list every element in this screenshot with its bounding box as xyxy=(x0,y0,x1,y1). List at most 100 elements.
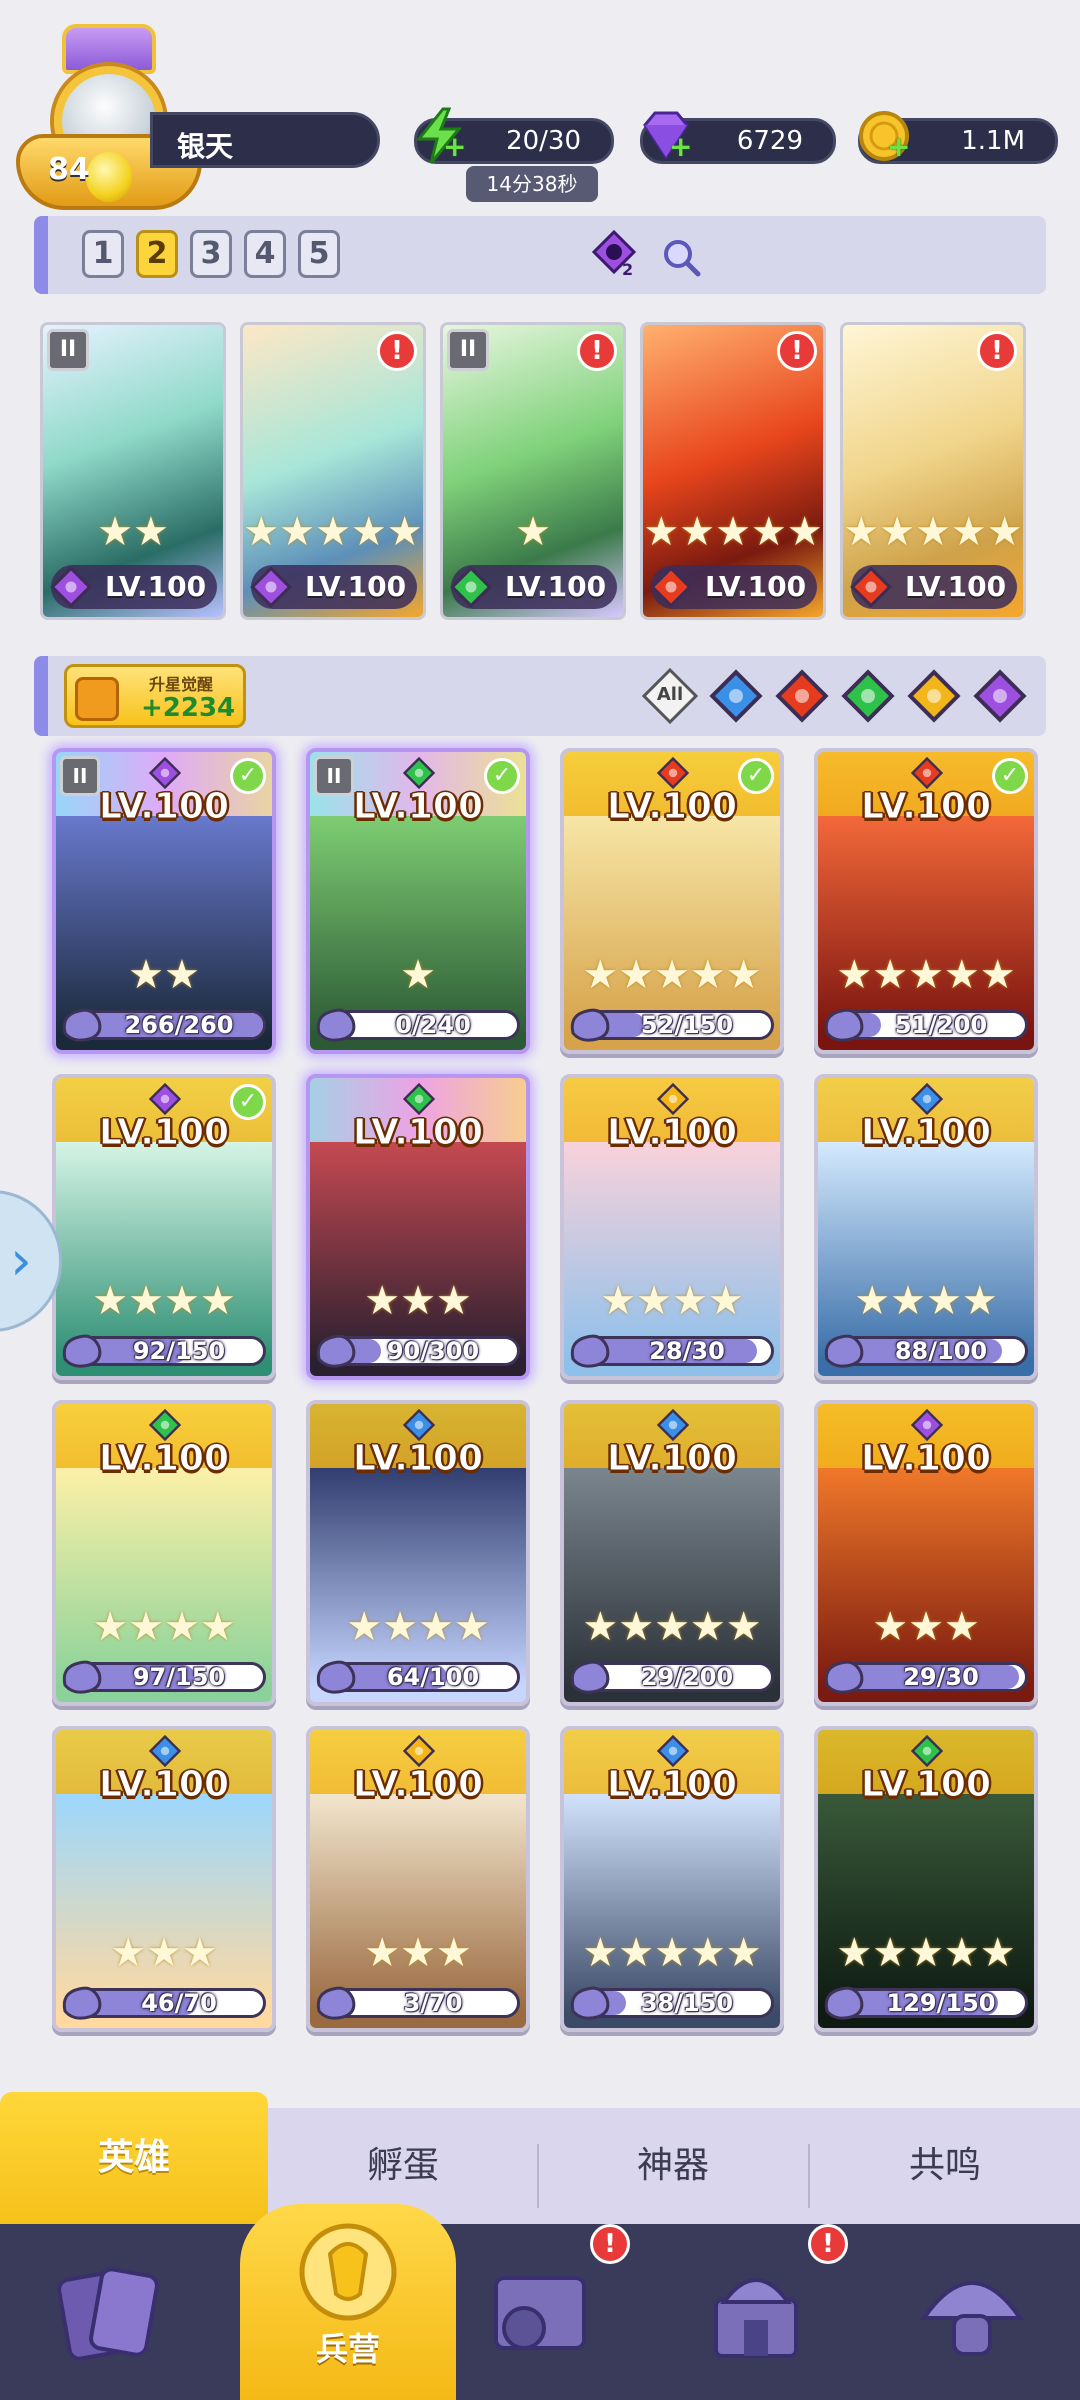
fragment-count: 92/150 xyxy=(132,1337,226,1365)
filter-nature-button[interactable] xyxy=(840,668,896,724)
fragment-progress: 3/70 xyxy=(316,1986,520,2020)
star-rating: ★★★ xyxy=(364,1278,472,1324)
hero-card[interactable]: LV.100 ★★★★★ 38/150 xyxy=(560,1726,784,2032)
fragment-count: 90/300 xyxy=(386,1337,480,1365)
hero-card[interactable]: LV.100 ★★★★★ 129/150 xyxy=(814,1726,1038,2032)
team-tab-5[interactable]: 5 xyxy=(298,230,340,278)
star-rating: ★★★★★ xyxy=(643,509,823,555)
tier-badge: II xyxy=(447,329,489,371)
hero-card[interactable]: LV.100 ★★★ 3/70 xyxy=(306,1726,530,2032)
tier-badge: II xyxy=(47,329,89,371)
hero-level: LV.100 xyxy=(860,1112,992,1154)
filter-water-button[interactable] xyxy=(708,668,764,724)
level-bar: LV.100 xyxy=(250,565,417,609)
water-element-icon xyxy=(656,1734,690,1768)
hero-card[interactable]: LV.100 ★★★★ 28/30 xyxy=(560,1074,784,1380)
hero-card[interactable]: LV.100 ✓ ★★★★★ 52/150 xyxy=(560,748,784,1054)
fragment-count: 29/30 xyxy=(903,1663,979,1691)
filter-dark-button[interactable] xyxy=(972,668,1028,724)
hero-card[interactable]: LV.100 ★★★★★ 29/200 xyxy=(560,1400,784,1706)
star-rating: ★★★★★ xyxy=(836,952,1016,998)
filter-fire-button[interactable] xyxy=(774,668,830,724)
dark-element-icon xyxy=(910,1408,944,1442)
hero-level: LV.100 xyxy=(105,570,207,603)
star-rating: ★★ xyxy=(128,952,200,998)
fragment-count: 0/240 xyxy=(395,1011,471,1039)
tab-heroes[interactable]: 英雄 xyxy=(0,2092,268,2224)
check-icon: ✓ xyxy=(230,1084,266,1120)
hero-level: LV.100 xyxy=(352,1112,484,1154)
team-hero-card[interactable]: ★★★★★ LV.100 ! xyxy=(840,322,1026,620)
star-rating: ★★★★★ xyxy=(836,1930,1016,1976)
hero-card[interactable]: LV.100 ★★★ 46/70 xyxy=(52,1726,276,2032)
team-tab-4[interactable]: 4 xyxy=(244,230,286,278)
team-tab-2[interactable]: 2 xyxy=(136,230,178,278)
hero-card[interactable]: LV.100 ✓ II ★★ 266/260 xyxy=(52,748,276,1054)
hero-level: LV.100 xyxy=(352,1438,484,1480)
alert-icon: ! xyxy=(977,331,1017,371)
nav-barracks[interactable]: 兵营 xyxy=(240,2204,456,2400)
fragment-count: 38/150 xyxy=(640,1989,734,2017)
team-hero-card[interactable]: ★★★★★ LV.100 ! xyxy=(640,322,826,620)
star-rating: ★★ xyxy=(97,509,169,555)
add-energy-icon[interactable]: + xyxy=(443,133,466,161)
dark-filter-icon xyxy=(973,669,1027,723)
water-element-icon xyxy=(402,1408,436,1442)
fragment-progress: 0/240 xyxy=(316,1008,520,1042)
level-bar: LV.100 xyxy=(50,565,217,609)
star-rating: ★★★★ xyxy=(854,1278,998,1324)
water-element-icon xyxy=(656,1408,690,1442)
nature-element-icon xyxy=(148,1408,182,1442)
fragment-progress: 38/150 xyxy=(570,1986,774,2020)
nav-cards[interactable] xyxy=(0,2224,216,2400)
filter-light-button[interactable] xyxy=(906,668,962,724)
coin-counter[interactable]: + 1.1M xyxy=(858,111,1058,164)
fragment-count: 52/150 xyxy=(640,1011,734,1039)
fire-element-icon xyxy=(650,566,692,608)
tab-artifacts[interactable]: 神器 xyxy=(538,2108,808,2224)
hero-card[interactable]: LV.100 ✓ II ★ 0/240 xyxy=(306,748,530,1054)
add-gems-icon[interactable]: + xyxy=(669,133,692,161)
energy-counter[interactable]: + 20/30 xyxy=(414,107,614,164)
nav-temple[interactable]: ! xyxy=(648,2224,864,2400)
gem-counter[interactable]: + 6729 xyxy=(640,111,836,164)
coin-value: 1.1M xyxy=(961,126,1025,156)
filter-all-button[interactable]: All xyxy=(641,667,699,725)
star-rating: ★★★★ xyxy=(600,1278,744,1324)
team-hero-card[interactable]: ★ LV.100 II ! xyxy=(440,322,626,620)
hero-card[interactable]: LV.100 ★★★ 29/30 xyxy=(814,1400,1038,1706)
hero-level: LV.100 xyxy=(860,1764,992,1806)
alert-icon: ! xyxy=(577,331,617,371)
hero-card[interactable]: LV.100 ✓ ★★★★★ 51/200 xyxy=(814,748,1038,1054)
hero-card[interactable]: LV.100 ★★★★ 97/150 xyxy=(52,1400,276,1706)
team-hero-card[interactable]: ★★ LV.100 II xyxy=(40,322,226,620)
check-icon: ✓ xyxy=(484,758,520,794)
hero-card[interactable]: LV.100 ★★★ 90/300 xyxy=(306,1074,530,1380)
nav-map[interactable]: ! xyxy=(432,2224,648,2400)
add-coins-icon[interactable]: + xyxy=(887,133,910,161)
top-header: 84 银天 + 20/30 14分38秒 + 6729 + 1.1M xyxy=(0,0,1080,210)
alert-icon: ! xyxy=(590,2224,630,2264)
light-element-icon xyxy=(656,1082,690,1116)
team-tab-1[interactable]: 1 xyxy=(82,230,124,278)
tab-resonance[interactable]: 共鸣 xyxy=(810,2108,1080,2224)
check-icon: ✓ xyxy=(738,758,774,794)
hero-card[interactable]: LV.100 ★★★★ 64/100 xyxy=(306,1400,530,1706)
check-icon: ✓ xyxy=(230,758,266,794)
nav-mushroom[interactable] xyxy=(864,2224,1080,2400)
water-element-icon xyxy=(910,1082,944,1116)
star-rating: ★★★ xyxy=(110,1930,218,1976)
check-icon: ✓ xyxy=(992,758,1028,794)
star-rating: ★★★★ xyxy=(346,1604,490,1650)
awaken-button[interactable]: 升星觉醒 +2234 xyxy=(64,664,246,728)
alert-icon: ! xyxy=(808,2224,848,2264)
hero-card[interactable]: LV.100 ★★★★ 88/100 xyxy=(814,1074,1038,1380)
alert-icon: ! xyxy=(377,331,417,371)
team-tab-3[interactable]: 3 xyxy=(190,230,232,278)
team-hero-card[interactable]: ★★★★★ LV.100 ! xyxy=(240,322,426,620)
hero-level: LV.100 xyxy=(606,1112,738,1154)
energy-timer: 14分38秒 xyxy=(466,166,598,202)
search-icon[interactable] xyxy=(660,236,702,278)
hero-card[interactable]: LV.100 ✓ ★★★★ 92/150 xyxy=(52,1074,276,1380)
hero-level: LV.100 xyxy=(606,1438,738,1480)
